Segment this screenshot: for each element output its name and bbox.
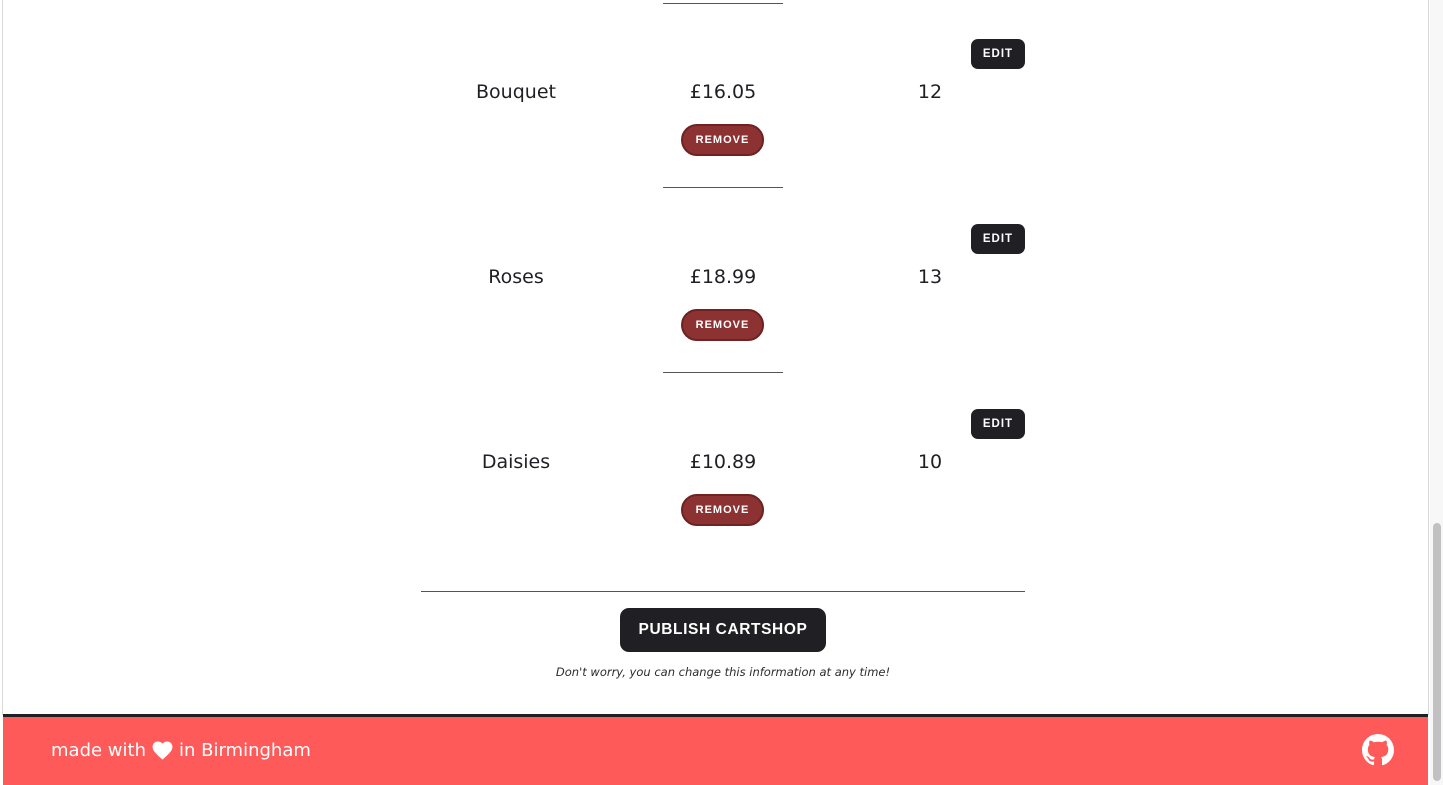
page: Bouquet £16.05 12 EDIT REMOVE Roses £18.… xyxy=(0,0,1443,785)
remove-button[interactable]: REMOVE xyxy=(681,494,764,526)
scrollbar[interactable] xyxy=(1430,0,1443,785)
page-right-border xyxy=(1428,0,1429,715)
item-quantity: 12 xyxy=(917,81,943,103)
cart-item: Daisies £10.89 10 EDIT REMOVE xyxy=(0,370,1428,555)
edit-button[interactable]: EDIT xyxy=(971,409,1025,439)
item-price: £10.89 xyxy=(689,451,757,473)
footer-text-after: in Birmingham xyxy=(178,740,311,761)
cart-item: Bouquet £16.05 12 EDIT REMOVE xyxy=(0,0,1428,185)
cart-item: Roses £18.99 13 EDIT REMOVE xyxy=(0,185,1428,370)
item-quantity: 13 xyxy=(917,266,943,288)
footer-text-before: made with xyxy=(51,740,146,761)
item-price: £18.99 xyxy=(689,266,757,288)
remove-button[interactable]: REMOVE xyxy=(681,124,764,156)
edit-button[interactable]: EDIT xyxy=(971,224,1025,254)
item-name: Roses xyxy=(488,266,544,288)
footer-credit: made with in Birmingham xyxy=(51,740,311,761)
item-price: £16.05 xyxy=(689,81,757,103)
section-divider xyxy=(421,591,1025,592)
scrollbar-thumb[interactable] xyxy=(1433,523,1441,781)
github-icon[interactable] xyxy=(1362,734,1394,766)
remove-button[interactable]: REMOVE xyxy=(681,309,764,341)
edit-button[interactable]: EDIT xyxy=(971,39,1025,69)
publish-note: Don't worry, you can change this informa… xyxy=(555,665,891,679)
item-name: Daisies xyxy=(481,451,551,473)
item-name: Bouquet xyxy=(476,81,556,103)
footer: made with in Birmingham xyxy=(3,714,1428,785)
heart-icon xyxy=(152,741,173,760)
item-quantity: 10 xyxy=(917,451,943,473)
publish-cartshop-button[interactable]: PUBLISH CARTSHOP xyxy=(620,608,826,652)
